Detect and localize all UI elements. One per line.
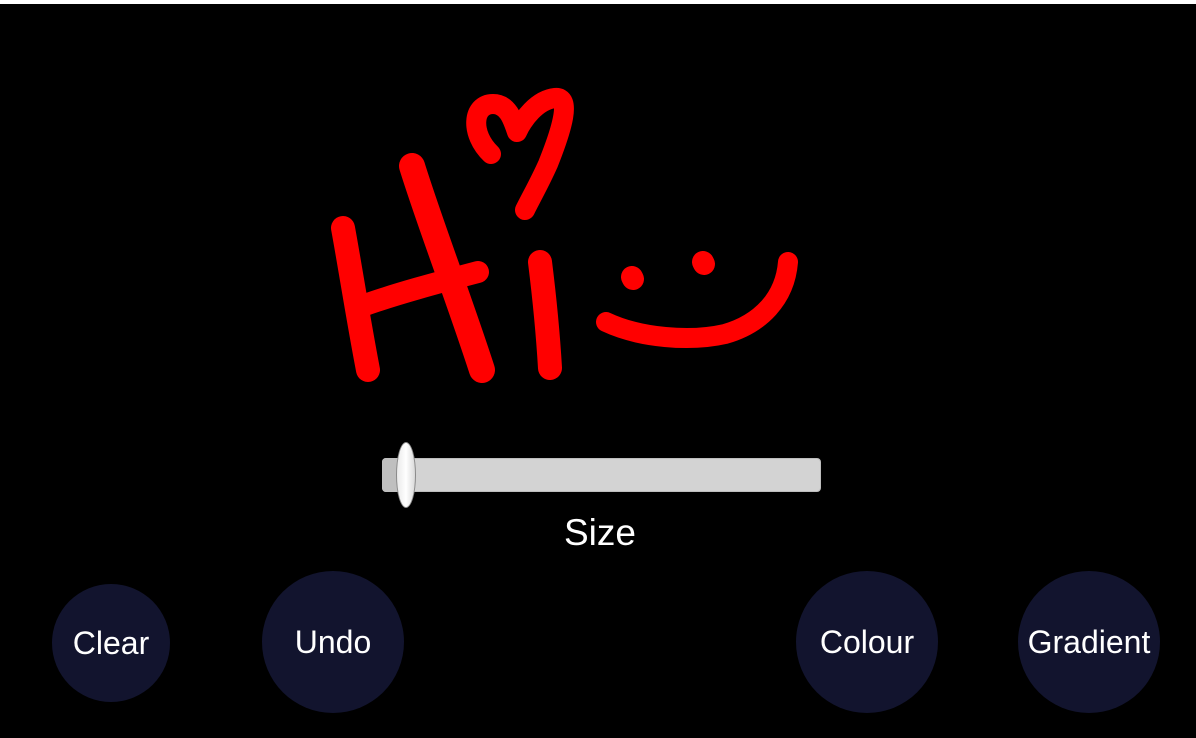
undo-button[interactable]: Undo — [262, 571, 404, 713]
colour-button[interactable]: Colour — [796, 571, 938, 713]
size-slider[interactable] — [378, 442, 824, 512]
drawing-surface — [331, 88, 798, 383]
stroke-smiley-eye-left — [621, 266, 644, 290]
size-slider-track[interactable] — [382, 458, 821, 492]
stroke-smiley-eye-right — [692, 251, 715, 275]
size-slider-thumb[interactable] — [396, 442, 417, 508]
size-slider-label: Size — [564, 512, 636, 553]
stroke-heart — [466, 88, 574, 220]
gradient-button[interactable]: Gradient — [1018, 571, 1160, 713]
stroke-i-stem — [528, 250, 562, 380]
drawing-canvas[interactable] — [0, 4, 1196, 434]
clear-button[interactable]: Clear — [52, 584, 170, 702]
paint-app: Size Clear Undo Colour Gradient — [0, 4, 1196, 738]
